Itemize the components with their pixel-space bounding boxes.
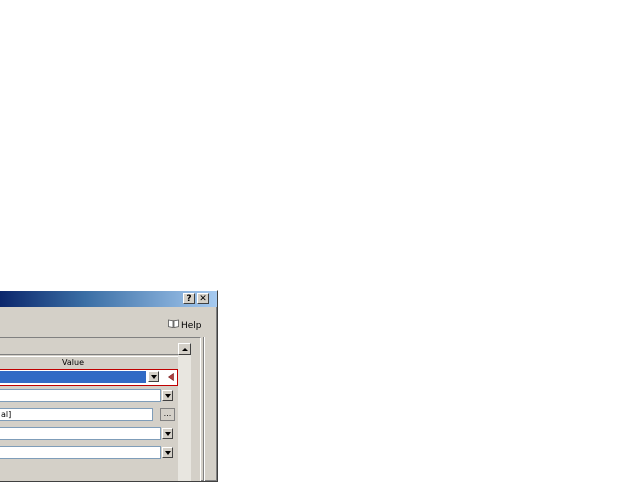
property-row[interactable] [0,389,178,403]
divider [203,337,204,481]
property-value-field[interactable] [0,389,161,402]
property-value-field[interactable]: al] [0,408,153,421]
property-value-field[interactable] [0,446,161,459]
value-column-label: Value [62,358,84,367]
browse-button[interactable]: ... [160,408,175,421]
help-title-button[interactable]: ? [183,293,195,304]
property-row[interactable] [0,446,178,460]
dropdown-arrow-button[interactable] [162,390,173,401]
help-link-label: Help [181,321,202,331]
properties-dialog: ? ✕ Help Value al] ... [0,290,218,482]
property-grid: Value al] ... [0,337,201,481]
property-value-field[interactable] [0,427,161,440]
dropdown-arrow-button[interactable] [148,371,159,382]
vertical-scrollbar[interactable] [178,343,191,481]
selected-row-outline [0,369,178,386]
title-bar[interactable]: ? ✕ [0,291,217,307]
help-link[interactable]: Help [168,319,202,331]
property-row[interactable]: al] ... [0,408,178,422]
property-row-selected[interactable] [0,369,178,386]
grid-section-header [0,343,178,355]
reset-default-icon[interactable] [167,372,175,382]
book-icon [168,319,179,332]
dropdown-arrow-button[interactable] [162,447,173,458]
close-button[interactable]: ✕ [197,293,209,304]
dropdown-arrow-button[interactable] [162,428,173,439]
scroll-up-button[interactable] [178,343,191,355]
selected-value-field[interactable] [0,371,146,383]
property-row[interactable] [0,427,178,441]
